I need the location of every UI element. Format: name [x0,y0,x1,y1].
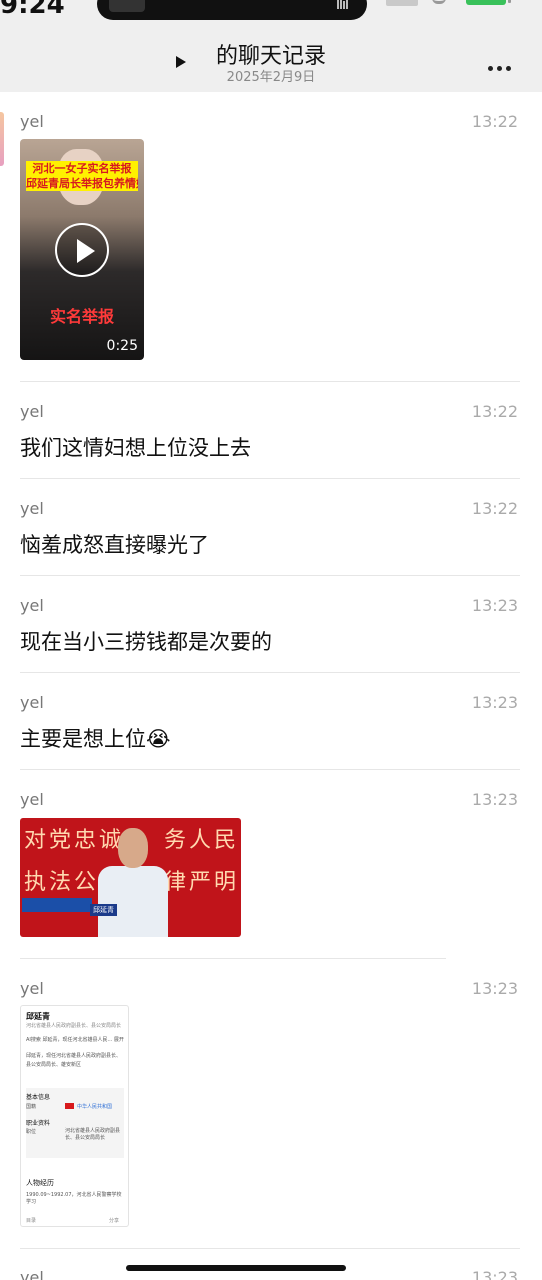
battery-nub [508,0,511,3]
home-indicator[interactable] [126,1265,346,1271]
doc-job-label: 职位 [26,1129,37,1135]
doc-nation-label: 国籍 [26,1104,37,1110]
battery-icon [466,0,506,5]
chat-date: 2025年2月9日 [226,70,316,85]
divider [20,381,520,382]
doc-nation-value: 中华人民共和国 [77,1104,113,1110]
status-bar: 9:24 [0,0,542,30]
sender-name: yel [20,1268,44,1280]
now-playing-art [109,0,145,12]
message-time: 13:22 [471,402,518,421]
message-time: 13:23 [471,693,518,712]
sender-name: yel [20,790,44,809]
photo-person [98,828,168,937]
status-time: 9:24 [0,0,65,20]
message-text[interactable]: 现在当小三捞钱都是次要的 [20,626,272,656]
video-caption: 河北一女子实名举报 邱延青局长举报包养情妇 [26,161,138,191]
doc-footer-share: 分享 [109,1218,120,1224]
sender-name: yel [20,693,44,712]
doc-job-value: 河北省雄县人民政府副县长、县公安局局长 [65,1128,121,1141]
message-text[interactable]: 主要是想上位😭 [20,723,171,753]
doc-paragraph: 邱延青，现任河北省雄县人民政府副县长、县公安局局长、雄安新区 [26,1053,122,1068]
crying-laughing-emoji-icon: 😭 [146,727,171,751]
video-label: 实名举报 [49,307,114,326]
message-time: 13:23 [471,596,518,615]
sender-name: yel [20,979,44,998]
doc-subtitle: 河北省雄县人民政府副县长、县公安局局长 [26,1023,122,1029]
uniform [98,866,168,937]
doc-footer-toc: 目录 [26,1218,37,1224]
sender-name: yel [20,596,44,615]
chat-header: 的聊天记录 2025年2月9日 [0,30,542,92]
document-screenshot[interactable]: 邱延青 河北省雄县人民政府副县长、县公安局局长 AI搜索 邱延青，现任河北省雄县… [20,1005,129,1227]
wifi-icon [432,0,446,4]
caption-banner [22,898,92,912]
message-text[interactable]: 我们这情妇想上位没上去 [20,432,251,462]
sender-name: yel [20,499,44,518]
message-time: 13:22 [471,499,518,518]
doc-history-line: 1990.09~1992.07，河北省人民警察学校学习 [26,1192,122,1205]
doc-basic-info: 基本信息 [26,1094,51,1101]
nameplate: 邱延青 [90,904,117,916]
divider [20,1248,520,1249]
image-message[interactable]: 对党忠诚 务人民 执法公正 律严明 邱延青 [20,818,241,937]
audio-wave-icon [337,0,353,9]
divider [20,958,446,959]
message-text-content: 主要是想上位 [20,727,146,751]
message-time: 13:23 [471,1268,518,1280]
more-icon[interactable] [488,56,518,71]
dynamic-island [97,0,367,20]
avatar[interactable] [0,112,4,166]
message-time: 13:23 [471,979,518,998]
doc-career-label: 职业资料 [26,1120,51,1127]
signal-icon [386,0,418,6]
divider [20,575,520,576]
divider [20,769,520,770]
play-icon[interactable] [55,223,109,277]
divider [20,672,520,673]
video-duration: 0:25 [106,338,138,354]
flag-icon [65,1103,74,1109]
message-time: 13:22 [471,112,518,131]
sender-name: yel [20,112,44,131]
sender-name: yel [20,402,44,421]
message-time: 13:23 [471,790,518,809]
face [118,828,148,868]
doc-ai-line: AI搜索 邱延青，现任河北省雄县人民... 展开 [26,1037,124,1043]
divider [20,478,520,479]
doc-history-title: 人物经历 [26,1179,54,1187]
doc-title: 邱延青 [26,1012,50,1021]
video-message[interactable]: 河北一女子实名举报 邱延青局长举报包养情妇 实名举报 0:25 [20,139,144,360]
message-text[interactable]: 恼羞成怒直接曝光了 [20,529,209,559]
